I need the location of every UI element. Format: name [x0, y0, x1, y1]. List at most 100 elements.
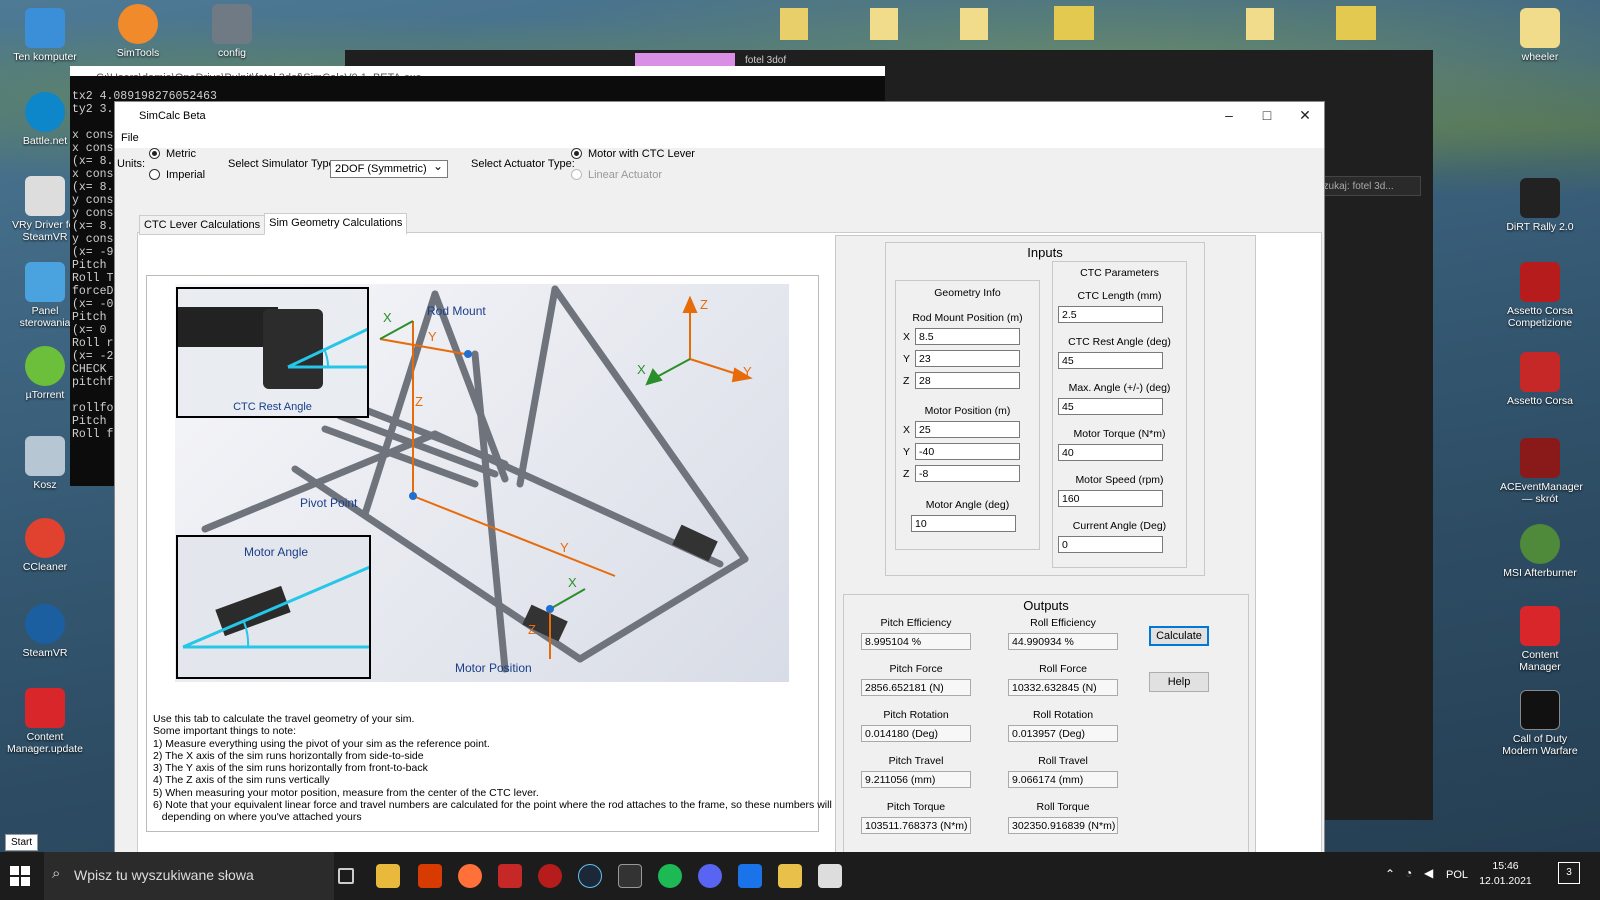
- motor-angle-label: Motor Angle (deg): [925, 499, 1010, 511]
- outputs-title: Outputs: [1023, 598, 1069, 613]
- desktop-icon-dirt[interactable]: DiRT Rally 2.0: [1500, 178, 1580, 233]
- rod-y-input[interactable]: 23: [915, 350, 1020, 367]
- desktop-icon-acevent[interactable]: ACEventManager — skrót: [1500, 438, 1583, 505]
- folder-icon[interactable]: [1246, 8, 1274, 40]
- motor-torque-input[interactable]: 40: [1058, 444, 1163, 461]
- desktop-icon-acc[interactable]: Assetto Corsa Competizione: [1500, 262, 1580, 329]
- simcalc-window[interactable]: SimCalc Beta – □ ✕ File Units: Metric Im…: [114, 101, 1325, 872]
- axis-z: Z: [415, 394, 423, 409]
- x-label: X: [903, 424, 911, 436]
- desktop-icon-cm[interactable]: Content Manager: [1500, 606, 1580, 673]
- app-icon[interactable]: [818, 864, 842, 888]
- network-icon[interactable]: ◔: [1405, 866, 1412, 880]
- app-icon[interactable]: [498, 864, 522, 888]
- titlebar[interactable]: SimCalc Beta – □ ✕: [115, 102, 1324, 130]
- office-icon[interactable]: [418, 864, 442, 888]
- motor-torque-label: Motor Torque (N*m): [1073, 428, 1166, 440]
- ctc-rest-input[interactable]: 45: [1058, 352, 1163, 369]
- z-label: Z: [903, 468, 910, 480]
- desktop-icon-cod[interactable]: Call of Duty Modern Warfare: [1500, 690, 1580, 757]
- desktop-icon-ac[interactable]: Assetto Corsa: [1500, 352, 1580, 407]
- language-indicator[interactable]: POL: [1446, 869, 1468, 881]
- axis-z: Z: [528, 622, 536, 637]
- folder-icon[interactable]: [960, 8, 988, 40]
- steam-icon[interactable]: [578, 864, 602, 888]
- epic-games-icon[interactable]: [618, 864, 642, 888]
- pitch-travel-output: 9.211056 (mm): [861, 771, 971, 788]
- tab-sim-geometry[interactable]: Sim Geometry Calculations: [264, 213, 408, 235]
- start-tooltip: Start: [5, 834, 39, 851]
- label-rod-mount: Rod Mount: [427, 304, 486, 318]
- roll-force-output: 10332.632845 (N): [1008, 679, 1118, 696]
- label-motor-position: Motor Position: [455, 661, 532, 675]
- desktop-icon-wheeler[interactable]: wheeler: [1500, 8, 1580, 63]
- sim-type-select[interactable]: 2DOF (Symmetric): [330, 159, 448, 178]
- folder-icon[interactable]: [870, 8, 898, 40]
- ctc-title: CTC Parameters: [1080, 267, 1159, 279]
- desktop-icon-config[interactable]: config: [192, 4, 272, 59]
- spotify-icon[interactable]: [658, 864, 682, 888]
- menu-file[interactable]: File: [121, 132, 139, 144]
- close-button[interactable]: ✕: [1286, 102, 1324, 130]
- notification-center-icon[interactable]: 3: [1558, 862, 1580, 884]
- app-icon[interactable]: [738, 864, 762, 888]
- motor-position-label: Motor Position (m): [924, 405, 1011, 417]
- motor-z-input[interactable]: -8: [915, 465, 1020, 482]
- firefox-icon[interactable]: [458, 864, 482, 888]
- motor-speed-input[interactable]: 160: [1058, 490, 1163, 507]
- instruction-line: 5) When measuring your motor position, m…: [153, 786, 539, 799]
- maximize-button[interactable]: □: [1248, 102, 1286, 130]
- roll-torque-output: 302350.916839 (N*m): [1008, 817, 1118, 834]
- windows-start-icon[interactable]: [10, 866, 30, 886]
- radio-metric[interactable]: Metric: [149, 148, 196, 160]
- clock-time: 15:46: [1492, 860, 1519, 872]
- clock[interactable]: 15:46 12.01.2021: [1478, 860, 1533, 887]
- cod-icon: [1520, 690, 1560, 730]
- motor-angle-input[interactable]: 10: [911, 515, 1016, 532]
- desktop-icon-msi[interactable]: MSI Afterburner: [1500, 524, 1580, 579]
- volume-icon[interactable]: ◀: [1424, 866, 1433, 880]
- axis-y: Y: [743, 364, 752, 379]
- pitch-travel-label: Pitch Travel: [888, 755, 944, 767]
- zip-folder-icon[interactable]: [1054, 6, 1094, 40]
- rod-z-input[interactable]: 28: [915, 372, 1020, 389]
- motor-y-input[interactable]: -40: [915, 443, 1020, 460]
- units-label: Units:: [117, 158, 146, 170]
- content-manager-icon: [1520, 606, 1560, 646]
- simcalc-taskbar-icon[interactable]: [778, 864, 802, 888]
- instruction-line: 2) The X axis of the sim runs horizontal…: [153, 749, 424, 762]
- motor-x-input[interactable]: 25: [915, 421, 1020, 438]
- desktop-icon-this-pc[interactable]: Ten komputer: [5, 8, 85, 63]
- roll-force-label: Roll Force: [1039, 663, 1087, 675]
- rod-x-input[interactable]: 8.5: [915, 328, 1020, 345]
- radio-motor-ctc[interactable]: Motor with CTC Lever: [571, 148, 695, 160]
- ctc-length-input[interactable]: 2.5: [1058, 306, 1163, 323]
- radio-linear-actuator[interactable]: Linear Actuator: [571, 169, 662, 181]
- zip-folder-icon[interactable]: [1336, 6, 1376, 40]
- desktop-icon-ccleaner[interactable]: CCleaner: [5, 518, 85, 573]
- pitch-efficiency-output: 8.995104 %: [861, 633, 971, 650]
- taskbar-search[interactable]: ⌕ Wpisz tu wyszukiwane słowa: [44, 852, 334, 900]
- desktop-icon-cm-update[interactable]: Content Manager.update: [5, 688, 85, 755]
- tab-ctc-lever[interactable]: CTC Lever Calculations: [139, 215, 266, 235]
- discord-icon[interactable]: [698, 864, 722, 888]
- radio-imperial[interactable]: Imperial: [149, 169, 205, 181]
- instruction-line: 4) The Z axis of the sim runs vertically: [153, 774, 330, 787]
- geometry-title: Geometry Info: [934, 287, 1001, 299]
- task-view-icon[interactable]: [338, 868, 354, 884]
- app-icon[interactable]: [538, 864, 562, 888]
- file-explorer-icon[interactable]: [376, 864, 400, 888]
- tray-chevron-icon[interactable]: ⌃: [1385, 867, 1395, 881]
- max-angle-input[interactable]: 45: [1058, 398, 1163, 415]
- minimize-button[interactable]: –: [1210, 102, 1248, 130]
- desktop-icon-steamvr[interactable]: SteamVR: [5, 604, 85, 659]
- z-label: Z: [903, 375, 910, 387]
- inset-motor-angle: Motor Angle: [176, 535, 371, 679]
- taskbar: Start ⌕ Wpisz tu wyszukiwane słowa ⌃ ◔ ◀…: [0, 834, 1600, 900]
- help-button[interactable]: Help: [1149, 672, 1209, 692]
- acevent-icon: [1520, 438, 1560, 478]
- calculate-button[interactable]: Calculate: [1149, 626, 1209, 646]
- current-angle-input[interactable]: 0: [1058, 536, 1163, 553]
- folder-icon[interactable]: [780, 8, 808, 40]
- desktop-icon-simtools[interactable]: SimTools: [98, 4, 178, 59]
